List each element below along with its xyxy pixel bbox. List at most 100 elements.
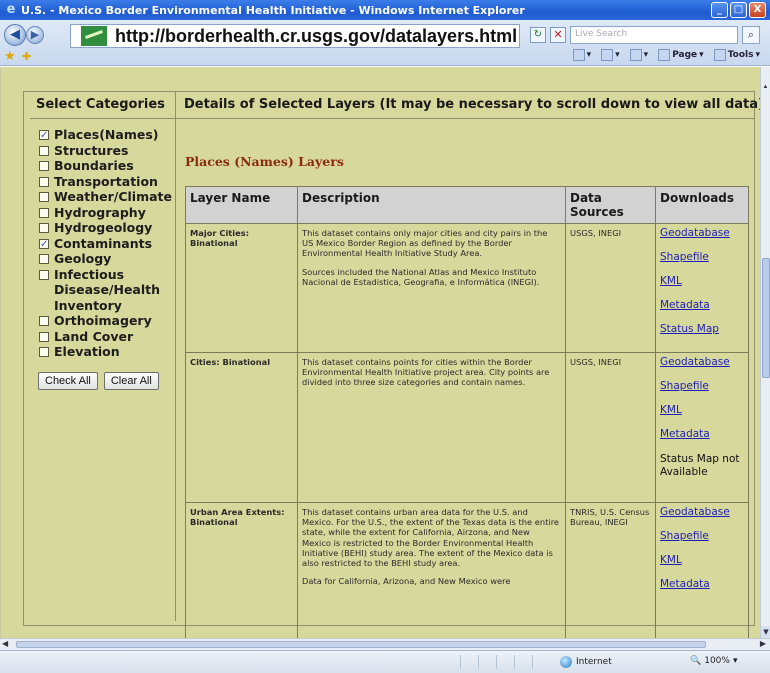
category-label: Contaminants (54, 235, 153, 251)
category-checkbox[interactable] (39, 192, 49, 202)
download-link-kml[interactable]: KML (660, 405, 744, 416)
status-pane (478, 655, 496, 669)
status-pane (496, 655, 514, 669)
category-checkbox[interactable] (39, 207, 49, 218)
category-list: Places(Names)StructuresBoundariesTranspo… (30, 119, 175, 360)
downloads-cell: Geodatabase Shapefile KML Metadata Status Ma… (655, 352, 749, 503)
print-icon (629, 49, 642, 61)
category-item[interactable]: Hydrogeology (39, 220, 175, 236)
category-item[interactable]: Infectious Disease/Health Inventory (39, 267, 175, 314)
scroll-left-arrow[interactable]: ◀ (2, 639, 8, 648)
refresh-button[interactable]: ↻ (530, 27, 546, 43)
table-row: Cities: Binational This dataset contains … (185, 352, 749, 503)
vertical-scrollbar[interactable]: ▼ (760, 88, 770, 638)
category-item[interactable]: Land Cover (39, 329, 175, 345)
vertical-scroll-thumb[interactable] (762, 258, 770, 378)
category-item[interactable]: Geology (39, 251, 175, 267)
status-panes (460, 655, 550, 669)
page-menu-label: Page (672, 50, 698, 60)
category-item[interactable]: Structures (39, 143, 175, 159)
download-link-kml[interactable]: KML (660, 276, 744, 287)
category-item[interactable]: Places(Names) (39, 127, 175, 144)
category-checkbox[interactable] (39, 145, 49, 156)
downloads-cell: Geodatabase Shapefile KML Metadata Status Ma… (655, 223, 749, 353)
category-item[interactable]: Contaminants (39, 236, 175, 252)
minimize-button[interactable]: _ (711, 2, 728, 18)
download-link-geodatabase[interactable]: Geodatabase (660, 228, 744, 239)
layers-section-title: Places (Names) Layers (185, 154, 344, 169)
download-link-shapefile[interactable]: Shapefile (660, 381, 744, 392)
category-checkbox[interactable] (39, 237, 49, 252)
download-link-geodatabase[interactable]: Geodatabase (660, 357, 744, 368)
details-panel: Details of Selected Layers (It may be ne… (176, 91, 760, 638)
back-button[interactable]: ◀ (4, 24, 26, 46)
category-checkbox[interactable] (39, 223, 49, 233)
horizontal-scrollbar[interactable]: ◀ ▶ (0, 638, 770, 650)
scroll-right-arrow[interactable]: ▶ (760, 639, 766, 648)
categories-heading: Select Categories (30, 91, 175, 119)
data-sources-cell: TNRIS, U.S. Census Bureau, INEGI (565, 502, 656, 638)
forward-button[interactable]: ▶ (26, 26, 44, 44)
print-button[interactable]: ▾ (629, 49, 648, 61)
data-sources-cell: USGS, INEGI (565, 352, 656, 503)
category-checkbox[interactable] (39, 347, 49, 357)
category-item[interactable]: Orthoimagery (39, 313, 175, 329)
category-checkbox[interactable] (39, 161, 49, 171)
description-paragraph: This dataset contains points for cities … (302, 357, 550, 388)
status-map-unavailable: Status Map not Available (660, 453, 740, 478)
scroll-down-arrow[interactable]: ▼ (761, 626, 770, 638)
zoom-control[interactable]: 🔍 100% ▾ (690, 656, 737, 666)
category-checkbox[interactable] (39, 128, 49, 144)
download-link-metadata[interactable]: Metadata (660, 429, 744, 440)
category-label: Geology (54, 251, 112, 266)
download-link-kml[interactable]: KML (660, 555, 744, 566)
category-item[interactable]: Hydrography (39, 205, 175, 221)
download-link-shapefile[interactable]: Shapefile (660, 531, 744, 542)
category-checkbox[interactable] (39, 316, 49, 326)
horizontal-scroll-thumb[interactable] (16, 641, 706, 648)
chevron-down-icon: ▾ (732, 656, 738, 666)
category-checkbox[interactable] (39, 254, 49, 264)
address-field[interactable]: http://borderhealth.cr.usgs.gov/datalaye… (70, 24, 520, 48)
download-link-geodatabase[interactable]: Geodatabase (660, 507, 744, 518)
search-button[interactable]: ⌕ (742, 26, 760, 44)
security-zone[interactable]: Internet (560, 656, 612, 668)
url-text: http://borderhealth.cr.usgs.gov/datalaye… (115, 25, 518, 46)
scroll-up-arrow[interactable]: ▲ (760, 67, 770, 91)
close-button[interactable]: X (749, 2, 766, 18)
category-checkbox[interactable] (39, 269, 49, 280)
tools-menu[interactable]: Tools ▾ (713, 49, 760, 61)
category-item[interactable]: Weather/Climate (39, 189, 175, 205)
check-all-button[interactable]: Check All (38, 371, 98, 390)
favorites-star-icon[interactable]: ★ (4, 50, 18, 64)
zoom-level: 100% (704, 656, 730, 666)
clear-all-button[interactable]: Clear All (103, 371, 159, 390)
download-link-status-map[interactable]: Status Map (660, 324, 744, 335)
search-input[interactable]: Live Search (570, 26, 738, 44)
category-checkbox[interactable] (39, 331, 49, 342)
category-checkbox[interactable] (39, 176, 49, 187)
downloads-cell: Geodatabase Shapefile KML Metadata (655, 502, 749, 638)
category-label: Weather/Climate (54, 189, 172, 204)
ie-logo-icon: e (6, 2, 16, 17)
home-icon (572, 49, 585, 61)
page-menu[interactable]: Page ▾ (658, 49, 704, 61)
category-label: Orthoimagery (54, 313, 152, 328)
category-item[interactable]: Boundaries (39, 158, 175, 174)
stop-button[interactable]: ✕ (550, 27, 566, 43)
maximize-button[interactable]: □ (730, 2, 747, 18)
column-header: Downloads (655, 186, 749, 224)
category-item[interactable]: Transportation (39, 174, 175, 190)
category-label: Transportation (54, 173, 158, 189)
status-pane (514, 655, 532, 669)
feeds-button[interactable]: ▾ (601, 49, 620, 61)
download-link-metadata[interactable]: Metadata (660, 579, 744, 590)
add-favorites-icon[interactable]: ✚ (22, 50, 36, 64)
download-link-shapefile[interactable]: Shapefile (660, 252, 744, 263)
description-cell: This dataset contains points for cities … (297, 352, 566, 503)
category-item[interactable]: Elevation (39, 344, 175, 360)
feeds-icon (601, 49, 614, 61)
layers-table: Layer Name Description Data Sources Down… (185, 186, 749, 638)
download-link-metadata[interactable]: Metadata (660, 300, 744, 311)
home-button[interactable]: ▾ (572, 49, 591, 61)
